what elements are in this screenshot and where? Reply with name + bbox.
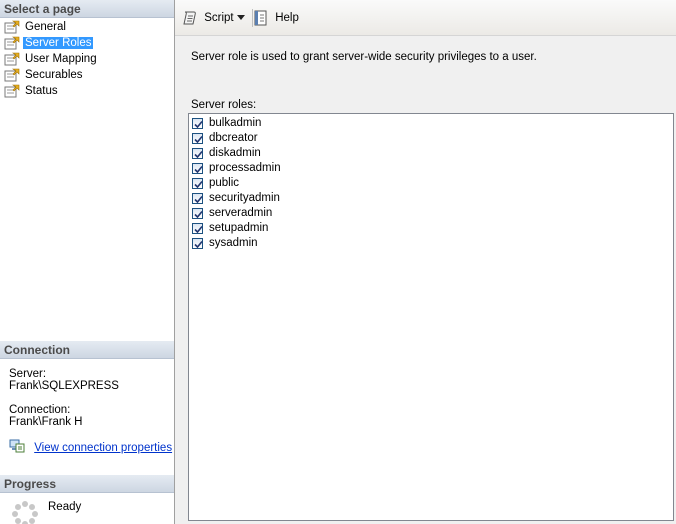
page-icon (4, 84, 20, 98)
role-checkbox[interactable] (192, 178, 203, 189)
role-name: securityadmin (209, 192, 280, 204)
server-label: Server: (9, 368, 47, 380)
view-connection-properties-link[interactable]: View connection properties (34, 442, 172, 454)
role-name: bulkadmin (209, 117, 262, 129)
role-name: diskadmin (209, 147, 261, 159)
page-item-label: Securables (25, 69, 83, 81)
connection-info: Server: Frank\SQLEXPRESS Connection: Fra… (9, 368, 119, 428)
help-icon (254, 10, 267, 26)
progress-spinner-icon (12, 501, 38, 524)
role-checkbox[interactable] (192, 133, 203, 144)
connection-properties-icon (9, 439, 25, 453)
page-icon (4, 20, 20, 34)
checkmark-icon (194, 165, 203, 174)
role-checkbox[interactable] (192, 223, 203, 234)
role-checkbox[interactable] (192, 118, 203, 129)
page-item-status[interactable]: Status (0, 83, 174, 99)
help-label: Help (275, 12, 299, 24)
role-checkbox[interactable] (192, 193, 203, 204)
page-icon (4, 36, 20, 50)
role-checkbox[interactable] (192, 163, 203, 174)
connection-header: Connection (0, 341, 174, 359)
checkmark-icon (194, 135, 203, 144)
page-item-label: Status (25, 85, 58, 97)
role-name: processadmin (209, 162, 281, 174)
view-connection-properties-row: View connection properties (9, 439, 172, 455)
page-item-label: General (25, 21, 66, 33)
page-item-securables[interactable]: Securables (0, 67, 174, 83)
page-description: Server role is used to grant server-wide… (191, 51, 537, 63)
role-checkbox[interactable] (192, 148, 203, 159)
select-page-header: Select a page (0, 0, 174, 18)
page-item-user-mapping[interactable]: User Mapping (0, 51, 174, 67)
page-navigation-pane: Select a page General Server Roles User … (0, 0, 175, 524)
page-icon (4, 52, 20, 66)
role-checkbox[interactable] (192, 208, 203, 219)
role-name: serveradmin (209, 207, 273, 219)
connection-value: Frank\Frank H (9, 416, 83, 428)
checkmark-icon (194, 120, 203, 129)
checkmark-icon (194, 225, 203, 234)
role-checkbox[interactable] (192, 238, 203, 249)
script-label: Script (204, 12, 234, 24)
server-roles-label: Server roles: (191, 99, 257, 111)
script-button[interactable]: Script (182, 9, 234, 27)
progress-header: Progress (0, 475, 174, 493)
page-item-label: Server Roles (23, 37, 94, 49)
checkmark-icon (194, 240, 203, 249)
progress-status-text: Ready (48, 501, 82, 513)
page-item-general[interactable]: General (0, 19, 174, 35)
role-name: dbcreator (209, 132, 258, 144)
help-button[interactable]: Help (253, 9, 299, 27)
progress-status: Ready (9, 499, 169, 524)
page-icon (4, 68, 20, 82)
script-dropdown-arrow-icon[interactable] (237, 15, 245, 20)
page-list: General Server Roles User Mapping Secura… (0, 19, 174, 99)
role-name: public (209, 177, 240, 189)
toolbar: Script Help (175, 0, 676, 36)
checkmark-icon (194, 180, 203, 189)
role-name: sysadmin (209, 237, 258, 249)
checkmark-icon (194, 210, 203, 219)
checkmark-icon (194, 195, 203, 204)
server-value: Frank\SQLEXPRESS (9, 380, 119, 392)
page-item-server-roles[interactable]: Server Roles (0, 35, 174, 51)
role-name: setupadmin (209, 222, 269, 234)
connection-label: Connection: (9, 404, 71, 416)
server-roles-list: bulkadmin dbcreator diskadmin processadm… (188, 113, 674, 521)
script-icon (183, 11, 196, 25)
page-item-label: User Mapping (25, 53, 97, 65)
checkmark-icon (194, 150, 203, 159)
